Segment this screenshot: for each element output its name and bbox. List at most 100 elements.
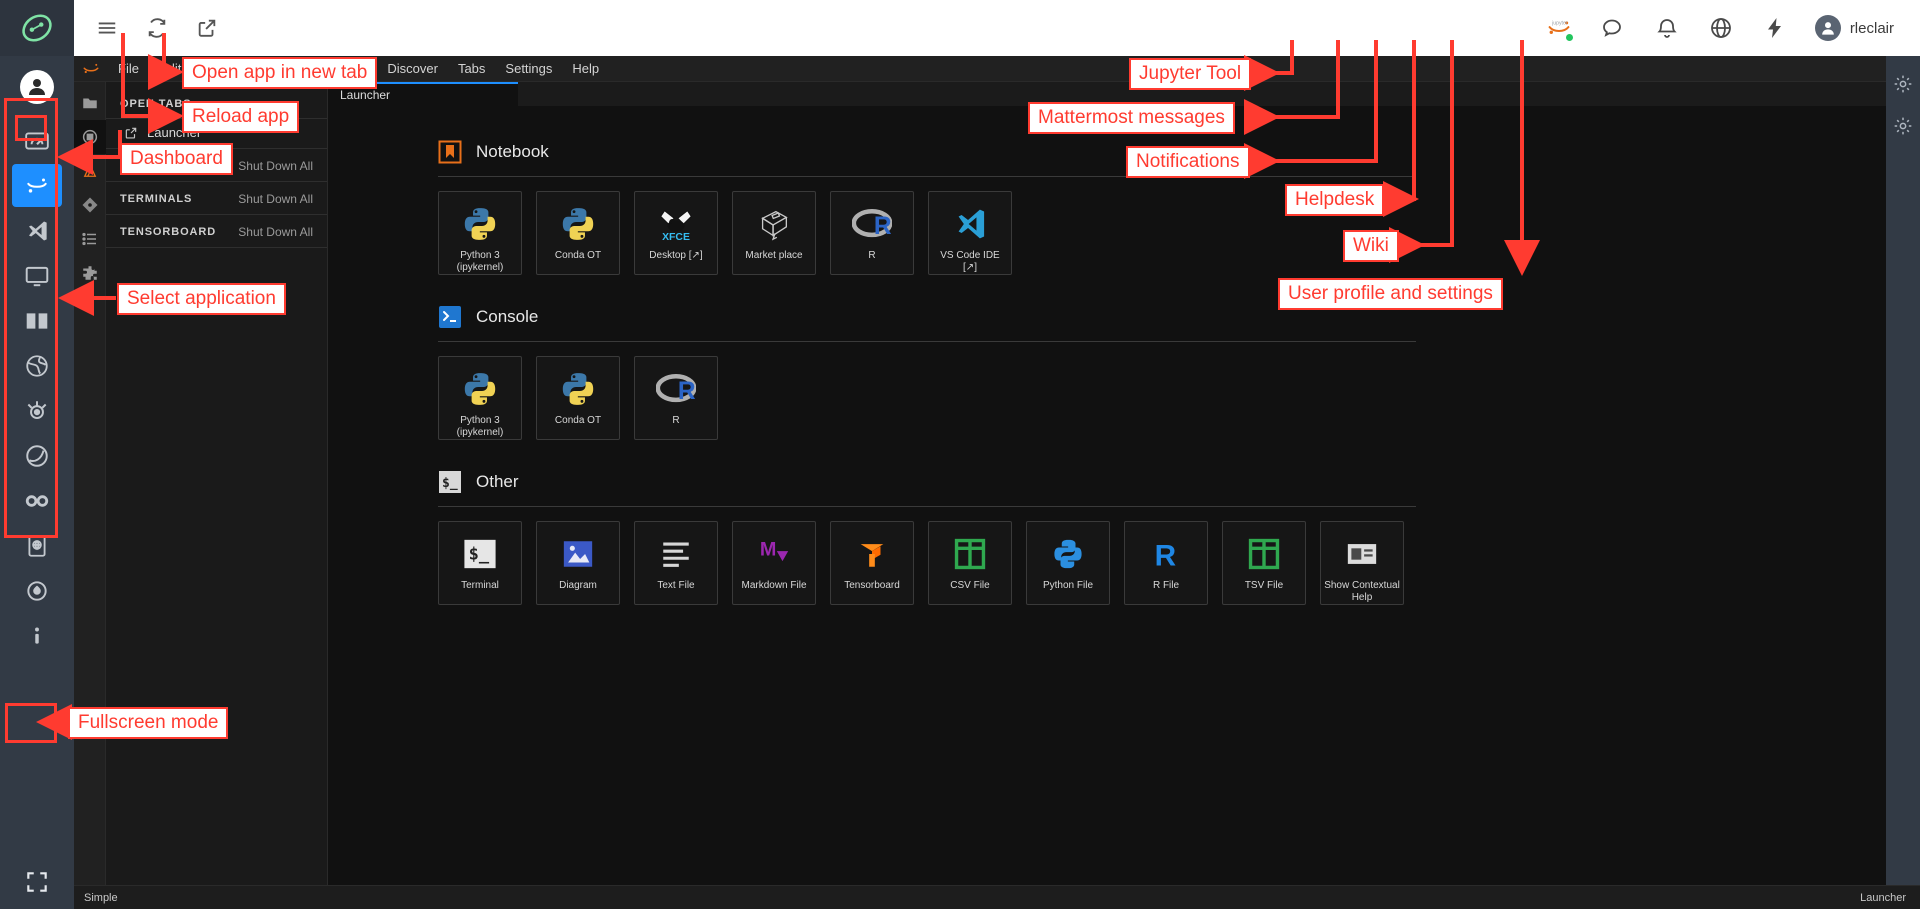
- card-terminal[interactable]: $_ Terminal: [438, 521, 522, 605]
- card-label: Diagram: [559, 580, 597, 591]
- launcher-icon: [124, 126, 138, 140]
- menu-file[interactable]: File: [108, 56, 149, 82]
- card-label: R: [868, 250, 876, 261]
- console-prompt-icon: [438, 305, 462, 329]
- card-r-file[interactable]: R R File: [1124, 521, 1208, 605]
- r-icon: R: [852, 204, 892, 244]
- notifications-bell-icon[interactable]: [1653, 14, 1681, 42]
- right-settings-strip: [1886, 56, 1920, 909]
- menu-settings[interactable]: Settings: [495, 56, 562, 82]
- highlight-box-dashboard-icon: [15, 115, 47, 141]
- python-icon: [559, 204, 597, 244]
- card-conda-ot-notebook[interactable]: Conda OT: [536, 191, 620, 275]
- rail-item-droplet[interactable]: [12, 569, 62, 612]
- csv-icon: [953, 534, 987, 574]
- card-text-file[interactable]: Text File: [634, 521, 718, 605]
- r-file-icon: R: [1149, 534, 1183, 574]
- card-label: Conda OT: [554, 415, 602, 426]
- jupyter-logo-icon: [74, 56, 108, 82]
- tensorboard-icon[interactable]: [74, 154, 106, 188]
- contextual-help-icon: [1345, 534, 1379, 574]
- card-desktop[interactable]: XFCE Desktop [↗]: [634, 191, 718, 275]
- svg-text:XFCE: XFCE: [662, 232, 690, 243]
- status-left: Simple: [84, 891, 118, 904]
- section-title: OPEN TABS: [120, 98, 192, 110]
- hamburger-menu-icon[interactable]: [94, 15, 120, 41]
- launcher-section-other: $_ Other $_ Terminal Diagram Text File M…: [328, 470, 1920, 605]
- card-r-notebook[interactable]: R R: [830, 191, 914, 275]
- wiki-icon[interactable]: [1761, 14, 1789, 42]
- jupyterlab-app: File Edit View Run Kernel Git Discover T…: [73, 56, 1920, 909]
- reload-icon[interactable]: [144, 15, 170, 41]
- folder-icon[interactable]: [74, 86, 106, 120]
- extension-puzzle-icon[interactable]: [74, 256, 106, 290]
- menu-help[interactable]: Help: [562, 56, 609, 82]
- markdown-icon: M: [757, 534, 791, 574]
- svg-text:$_: $_: [442, 476, 458, 491]
- section-title: Other: [476, 472, 519, 491]
- helpdesk-icon[interactable]: [1707, 14, 1735, 42]
- card-tsv-file[interactable]: TSV File: [1222, 521, 1306, 605]
- card-label: CSV File: [950, 580, 990, 591]
- card-label: Python File: [1042, 580, 1094, 591]
- section-title: Console: [476, 307, 539, 326]
- jupyter-tool-icon[interactable]: jupyter: [1545, 14, 1574, 42]
- annotation-reload-app: Reload app: [182, 101, 300, 133]
- jupyter-body: OPEN TABS Launcher KERNELS Shut Down All…: [73, 82, 1920, 909]
- rail-item-info[interactable]: [12, 614, 62, 657]
- other-cards: $_ Terminal Diagram Text File M Markdown…: [438, 521, 1920, 605]
- running-sessions-panel: OPEN TABS Launcher KERNELS Shut Down All…: [106, 82, 328, 909]
- card-python3-notebook[interactable]: Python 3 (ipykernel): [438, 191, 522, 275]
- annotation-user-profile: User profile and settings: [1278, 278, 1503, 310]
- card-market-place[interactable]: Market place: [732, 191, 816, 275]
- settings-gear-icon[interactable]: [1893, 74, 1913, 94]
- shutdown-all-terminals[interactable]: Shut Down All: [238, 192, 313, 206]
- notebook-cards: Python 3 (ipykernel) Conda OT XFCE Deskt…: [438, 191, 1920, 275]
- card-vscode-ide[interactable]: VS Code IDE [↗]: [928, 191, 1012, 275]
- menu-discover[interactable]: Discover: [377, 56, 448, 82]
- annotation-mattermost: Mattermost messages: [1028, 102, 1235, 134]
- card-contextual-help[interactable]: Show Contextual Help: [1320, 521, 1404, 605]
- marketplace-icon: [755, 204, 793, 244]
- card-label: Terminal: [461, 580, 499, 591]
- section-tensorboard: TENSORBOARD Shut Down All: [106, 215, 327, 248]
- preferences-gear-icon[interactable]: [1893, 116, 1913, 136]
- divider: [438, 176, 1416, 177]
- annotation-helpdesk: Helpdesk: [1285, 184, 1385, 216]
- highlight-box-fullscreen: [5, 703, 57, 743]
- annotation-dashboard: Dashboard: [120, 143, 233, 175]
- mattermost-chat-icon[interactable]: [1599, 14, 1627, 42]
- menu-tabs[interactable]: Tabs: [448, 56, 495, 82]
- avatar: [1814, 15, 1841, 41]
- card-label: Market place: [745, 250, 803, 261]
- card-csv-file[interactable]: CSV File: [928, 521, 1012, 605]
- git-icon[interactable]: [74, 188, 106, 222]
- card-markdown-file[interactable]: M Markdown File: [732, 521, 816, 605]
- section-title: TENSORBOARD: [120, 226, 217, 238]
- fullscreen-button[interactable]: [0, 869, 74, 895]
- open-in-new-tab-icon[interactable]: [194, 15, 220, 41]
- highlight-box-app-rail: [4, 98, 58, 538]
- svg-text:R: R: [678, 378, 696, 405]
- python-icon: [461, 204, 499, 244]
- user-profile-menu[interactable]: rleclair: [1814, 15, 1894, 41]
- screen: jupyter rleclair File Edit Discover Tabs…: [0, 0, 1920, 909]
- shutdown-all-tensorboard[interactable]: Shut Down All: [238, 225, 313, 239]
- jupyter-status-bar: Simple Launcher: [74, 885, 1920, 909]
- running-stop-icon[interactable]: [73, 120, 106, 154]
- annotation-jupyter-tool: Jupyter Tool: [1129, 58, 1252, 90]
- card-r-console[interactable]: R R: [634, 356, 718, 440]
- python-icon: [559, 369, 597, 409]
- card-python-file[interactable]: Python File: [1026, 521, 1110, 605]
- toc-list-icon[interactable]: [74, 222, 106, 256]
- card-python3-console[interactable]: Python 3 (ipykernel): [438, 356, 522, 440]
- section-title: TERMINALS: [120, 193, 193, 205]
- python-file-icon: [1051, 534, 1085, 574]
- card-tensorboard[interactable]: Tensorboard: [830, 521, 914, 605]
- status-online-dot: [1564, 33, 1574, 42]
- card-conda-ot-console[interactable]: Conda OT: [536, 356, 620, 440]
- shutdown-all-kernels[interactable]: Shut Down All: [238, 159, 313, 173]
- card-diagram[interactable]: Diagram: [536, 521, 620, 605]
- notebook-bookmark-icon: [438, 140, 462, 164]
- annotation-notifications: Notifications: [1126, 146, 1250, 178]
